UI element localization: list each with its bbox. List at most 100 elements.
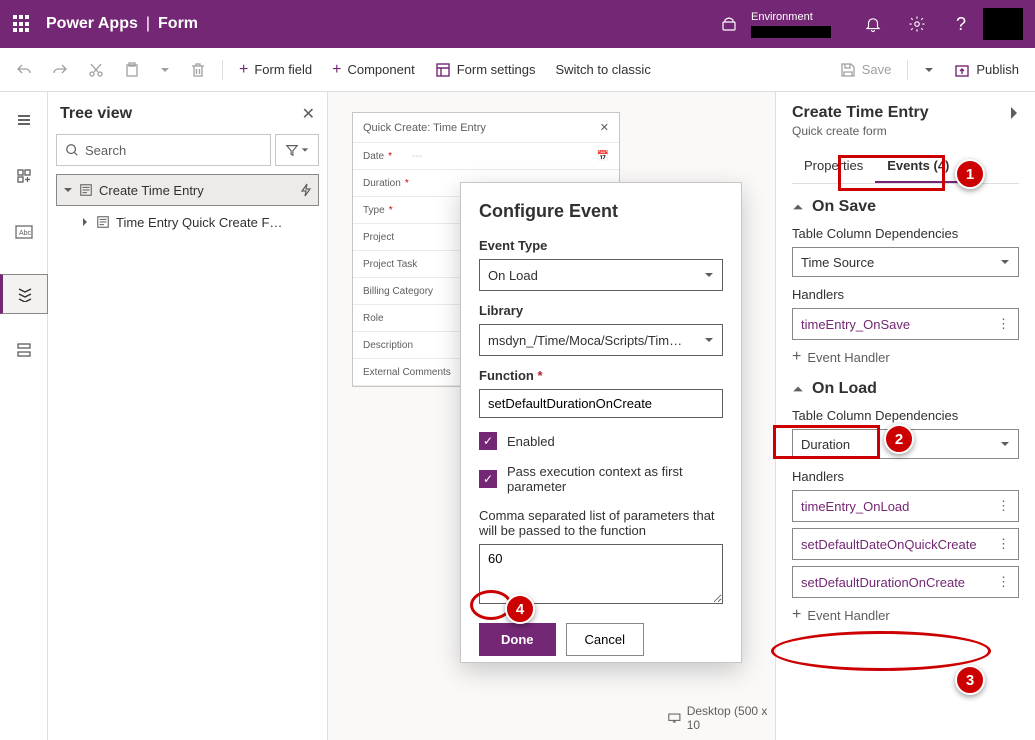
status-text: Desktop (500 x 10: [687, 704, 775, 732]
more-icon[interactable]: ⋮: [997, 536, 1010, 552]
tree-node-root[interactable]: Create Time Entry: [56, 174, 319, 206]
waffle-icon[interactable]: [12, 14, 32, 34]
component-label: Component: [347, 62, 414, 77]
tree-title: Tree view: [60, 105, 132, 123]
paste-button[interactable]: [116, 56, 148, 84]
search-icon: [65, 143, 79, 157]
form-icon: [79, 183, 93, 197]
save-button[interactable]: Save: [832, 56, 900, 84]
left-rail: Abc: [0, 92, 48, 740]
event-type-select[interactable]: On Load: [479, 259, 723, 291]
handler-date[interactable]: setDefaultDateOnQuickCreate⋮: [792, 528, 1019, 560]
params-label: Comma separated list of parameters that …: [479, 508, 723, 538]
form-field-button[interactable]: +Form field: [231, 55, 320, 85]
preview-close-icon[interactable]: ✕: [600, 121, 609, 134]
avatar-redacted[interactable]: [983, 8, 1023, 40]
switch-classic-label: Switch to classic: [555, 62, 650, 77]
gear-icon[interactable]: [895, 0, 939, 48]
brand: Power Apps|Form: [46, 15, 198, 33]
delete-button[interactable]: [182, 56, 214, 84]
add-handler-onload[interactable]: +Event Handler: [792, 606, 1019, 624]
chevron-right-icon[interactable]: [1009, 106, 1019, 120]
environment-label[interactable]: Environment: [751, 10, 831, 38]
field-date[interactable]: Date*---📅: [353, 143, 619, 170]
function-input[interactable]: [479, 389, 723, 418]
env-picker-icon[interactable]: [707, 0, 751, 48]
filter-button[interactable]: [275, 134, 319, 166]
section-onsave[interactable]: On Save: [792, 198, 1019, 216]
params-input[interactable]: [479, 544, 723, 604]
switch-classic-button[interactable]: Switch to classic: [547, 56, 658, 83]
add-handler-onsave[interactable]: +Event Handler: [792, 348, 1019, 366]
chevron-right-icon: [80, 217, 90, 227]
more-icon[interactable]: ⋮: [997, 574, 1010, 590]
chevron-down-icon: [63, 185, 73, 195]
event-type-label: Event Type: [479, 238, 723, 253]
rail-hamburger-icon[interactable]: [0, 100, 48, 140]
lightning-icon: [300, 183, 312, 197]
redo-button[interactable]: [44, 56, 76, 84]
pass-context-checkbox[interactable]: ✓Pass execution context as first paramet…: [479, 464, 723, 494]
component-button[interactable]: +Component: [324, 55, 423, 85]
handler-onsave[interactable]: timeEntry_OnSave⋮: [792, 308, 1019, 340]
cancel-button[interactable]: Cancel: [566, 623, 644, 656]
tab-properties[interactable]: Properties: [792, 150, 875, 183]
preview-title: Quick Create: Time Entry: [363, 122, 486, 134]
chevron-down-icon: [704, 270, 714, 280]
chevron-up-icon: [792, 383, 804, 395]
tree-root-label: Create Time Entry: [99, 183, 204, 198]
chevron-down-icon: [704, 335, 714, 345]
tree-node-child[interactable]: Time Entry Quick Create F…: [56, 206, 319, 238]
more-icon[interactable]: ⋮: [997, 316, 1010, 332]
undo-button[interactable]: [8, 56, 40, 84]
svg-text:Abc: Abc: [19, 230, 32, 237]
desktop-icon: [668, 712, 681, 724]
save-more-icon[interactable]: [916, 59, 942, 81]
configure-event-dialog: Configure Event Event Type On Load Libra…: [460, 182, 742, 663]
top-bar: Power Apps|Form Environment ?: [0, 0, 1035, 48]
rail-components-icon[interactable]: [0, 156, 48, 196]
search-placeholder: Search: [85, 143, 126, 158]
filter-icon: [285, 143, 299, 157]
dialog-title: Configure Event: [479, 201, 723, 222]
tree-child-label: Time Entry Quick Create F…: [116, 215, 282, 230]
save-label: Save: [862, 62, 892, 77]
done-button[interactable]: Done: [479, 623, 556, 656]
form-icon: [96, 215, 110, 229]
more-icon[interactable]: ⋮: [997, 498, 1010, 514]
env-value-redacted: [751, 26, 831, 38]
handlers-label-onload: Handlers: [792, 469, 1019, 484]
publish-label: Publish: [976, 62, 1019, 77]
rail-tree-icon[interactable]: [0, 274, 48, 314]
bell-icon[interactable]: [851, 0, 895, 48]
page-name: Form: [158, 15, 198, 32]
preview-title-bar: Quick Create: Time Entry ✕: [353, 113, 619, 143]
cut-button[interactable]: [80, 56, 112, 84]
publish-button[interactable]: Publish: [946, 56, 1027, 84]
chevron-down-icon: [301, 146, 309, 154]
handler-onload[interactable]: timeEntry_OnLoad⋮: [792, 490, 1019, 522]
section-onload[interactable]: On Load: [792, 380, 1019, 398]
inspector-subtitle: Quick create form: [792, 124, 1019, 138]
paste-more-icon[interactable]: [152, 59, 178, 81]
library-select[interactable]: msdyn_/Time/Moca/Scripts/Tim…: [479, 324, 723, 356]
rail-data-icon[interactable]: [0, 330, 48, 370]
form-settings-button[interactable]: Form settings: [427, 56, 544, 84]
ribbon: +Form field +Component Form settings Swi…: [0, 48, 1035, 92]
chevron-up-icon: [792, 201, 804, 213]
help-icon[interactable]: ?: [939, 0, 983, 48]
handler-duration[interactable]: setDefaultDurationOnCreate⋮: [792, 566, 1019, 598]
handlers-label: Handlers: [792, 287, 1019, 302]
tab-events[interactable]: Events (4): [875, 150, 961, 183]
chevron-down-icon: [1000, 257, 1010, 267]
library-label: Library: [479, 303, 723, 318]
tcd-onload-select[interactable]: Duration: [792, 429, 1019, 459]
tcd-onsave-select[interactable]: Time Source: [792, 247, 1019, 277]
brand-name: Power Apps: [46, 15, 138, 32]
rail-form-icon[interactable]: Abc: [0, 212, 48, 252]
close-tree-icon[interactable]: ✕: [302, 104, 315, 124]
chevron-down-icon: [1000, 439, 1010, 449]
enabled-checkbox[interactable]: ✓Enabled: [479, 432, 723, 450]
tcd-label: Table Column Dependencies: [792, 226, 1019, 241]
search-input[interactable]: Search: [56, 134, 271, 166]
